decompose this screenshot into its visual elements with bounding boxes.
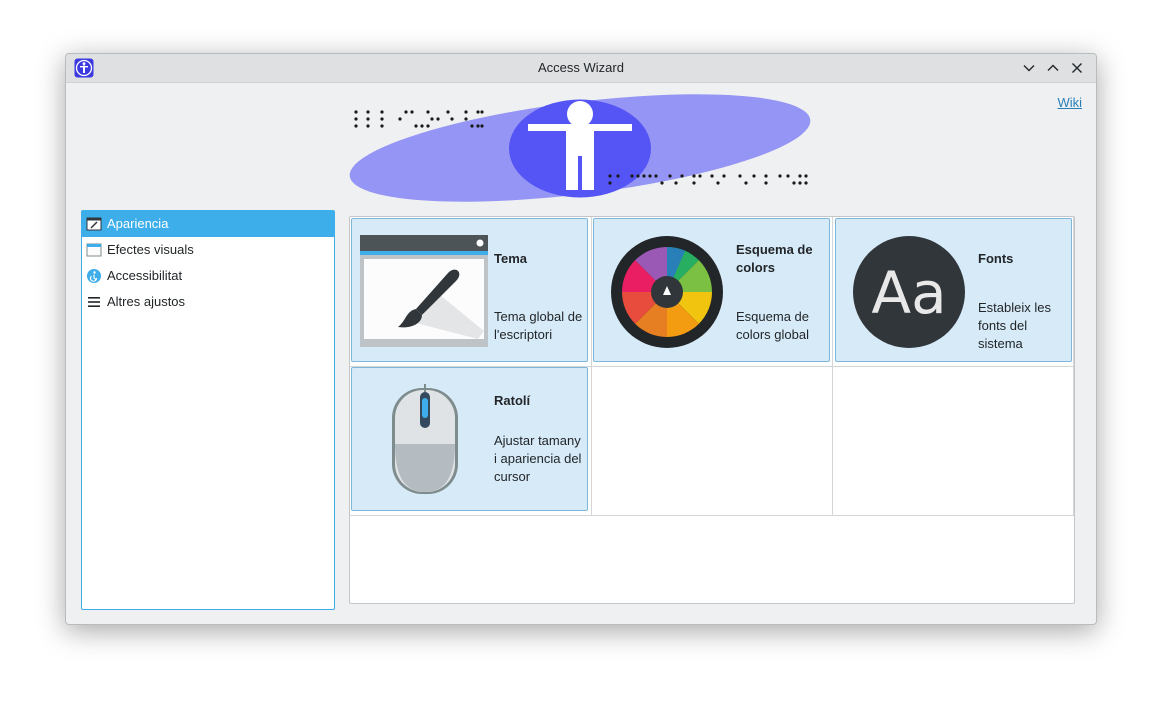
tile-description: Ajustar tamany i apariencia del cursor (494, 433, 582, 484)
tile-description: Estableix les fonts del sistema (978, 300, 1051, 351)
window-title: Access Wizard (538, 60, 624, 75)
tile-tema[interactable]: Tema Tema global de l'escriptori (351, 218, 588, 362)
tile-ratoli[interactable]: Ratolí Ajustar tamany i apariencia del c… (351, 367, 588, 511)
visual-effects-icon (86, 242, 102, 258)
category-sidebar: Apariencia Efectes visuals Accessibilita… (81, 210, 335, 610)
menu-icon (86, 294, 102, 310)
wiki-link[interactable]: Wiki (1057, 95, 1082, 110)
close-button[interactable] (1069, 60, 1085, 76)
accessibility-banner-logo (349, 94, 811, 202)
tile-title: Fonts (978, 251, 1014, 266)
appearance-icon (86, 216, 102, 232)
sidebar-item-label: Efectes visuals (107, 242, 194, 257)
tile-fonts[interactable]: Aa Fonts Estableix les fonts del sistema (835, 218, 1072, 362)
sidebar-item-apariencia[interactable]: Apariencia (82, 211, 334, 237)
settings-grid: Tema Tema global de l'escriptori Esquema… (349, 216, 1075, 604)
chevron-down-icon (1023, 65, 1035, 72)
mouse-icon (392, 384, 458, 494)
title-bar: Access Wizard (66, 54, 1096, 83)
sidebar-item-label: Apariencia (107, 216, 169, 231)
tile-title: Tema (494, 251, 527, 266)
access-wizard-window: Access Wizard Wiki Apariencia Efectes vi… (65, 53, 1097, 625)
minimize-button[interactable] (1021, 60, 1037, 76)
maximize-button[interactable] (1045, 60, 1061, 76)
sidebar-item-label: Accessibilitat (107, 268, 183, 283)
sidebar-item-label: Altres ajustos (107, 294, 186, 309)
tile-description: Esquema de colors global (736, 309, 809, 342)
svg-text:Aa: Aa (871, 259, 946, 327)
color-wheel-icon (611, 236, 723, 348)
tile-title: Esquema de colors (736, 242, 813, 275)
sidebar-item-efectes-visuals[interactable]: Efectes visuals (82, 237, 334, 263)
accessibility-icon (86, 268, 102, 284)
chevron-up-icon (1047, 64, 1059, 71)
grid-divider (350, 515, 1074, 516)
sidebar-item-altres-ajustos[interactable]: Altres ajustos (82, 289, 334, 315)
tile-esquema-de-colors[interactable]: Esquema de colors Esquema de colors glob… (593, 218, 830, 362)
tile-title: Ratolí (494, 393, 531, 408)
close-icon (1072, 63, 1082, 73)
sidebar-item-accessibilitat[interactable]: Accessibilitat (82, 263, 334, 289)
tile-description: Tema global de l'escriptori (494, 309, 583, 342)
fonts-aa-icon: Aa (853, 236, 965, 348)
theme-brush-icon (360, 235, 488, 347)
